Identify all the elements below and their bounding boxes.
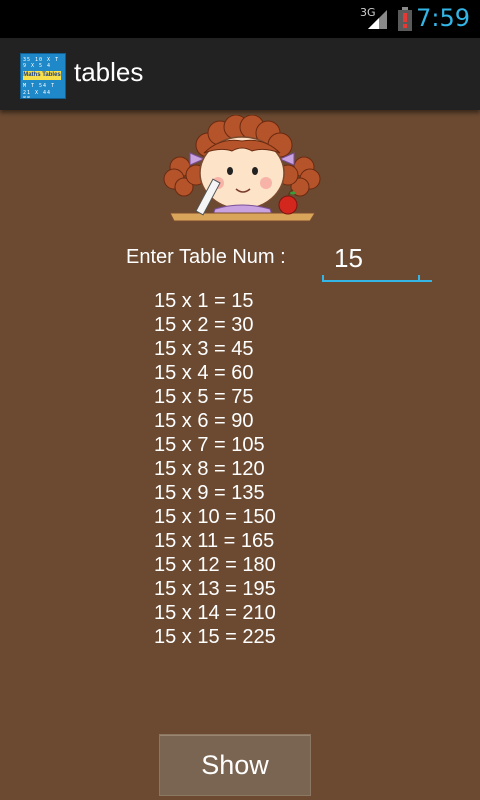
battery-alert-icon — [398, 7, 412, 31]
action-bar: 35 10 X T 9 X 5 4 Maths Tables M T 54 T … — [0, 38, 480, 110]
table-row: 15 x 8 = 120 — [154, 458, 265, 480]
show-button[interactable]: Show — [159, 734, 311, 796]
app-icon-label: Maths Tables — [23, 71, 61, 80]
table-row: 15 x 13 = 195 — [154, 578, 276, 600]
table-row: 15 x 9 = 135 — [154, 482, 265, 504]
table-row: 15 x 1 = 15 — [154, 290, 254, 312]
girl-illustration — [163, 115, 321, 222]
table-row: 15 x 7 = 105 — [154, 434, 265, 456]
table-row: 15 x 5 = 75 — [154, 386, 254, 408]
app-title: tables — [74, 57, 144, 87]
table-row: 15 x 6 = 90 — [154, 410, 254, 432]
table-row: 15 x 14 = 210 — [154, 602, 276, 624]
table-row: 15 x 10 = 150 — [154, 506, 276, 528]
status-clock: 7:59 — [416, 4, 470, 32]
table-row: 15 x 15 = 225 — [154, 626, 276, 648]
multiplication-table-list: 15 x 1 = 15 15 x 2 = 30 15 x 3 = 45 15 x… — [154, 289, 276, 649]
table-row: 15 x 3 = 45 — [154, 338, 254, 360]
status-bar: 3G 7:59 — [0, 0, 480, 38]
table-number-input[interactable] — [322, 236, 432, 282]
signal-icon — [368, 10, 387, 29]
table-row: 15 x 4 = 60 — [154, 362, 254, 384]
app-icon[interactable]: 35 10 X T 9 X 5 4 Maths Tables M T 54 T … — [20, 53, 66, 99]
table-row: 15 x 2 = 30 — [154, 314, 254, 336]
table-row: 15 x 12 = 180 — [154, 554, 276, 576]
table-number-label: Enter Table Num : — [126, 246, 286, 268]
table-row: 15 x 11 = 165 — [154, 530, 275, 552]
